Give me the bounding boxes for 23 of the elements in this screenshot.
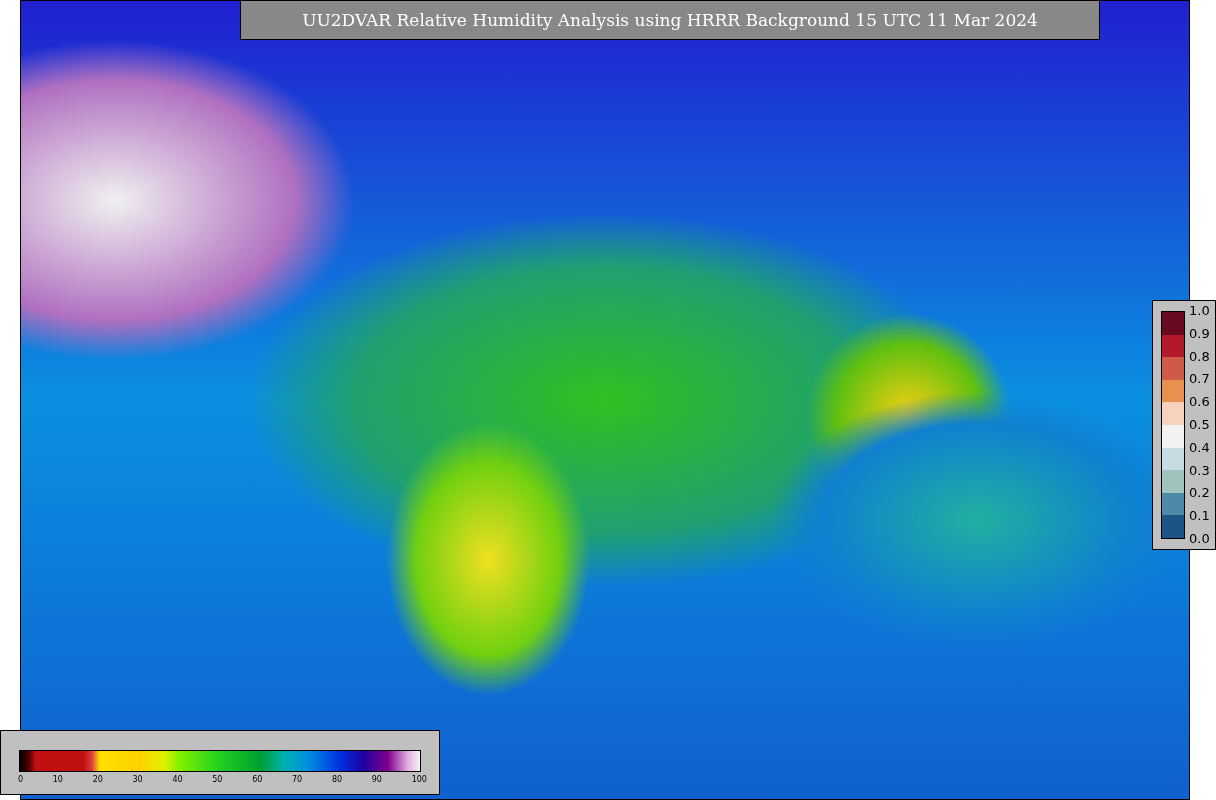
colorbar-label: 30 (132, 775, 143, 784)
colorbar-label: 40 (172, 775, 183, 784)
legend-label: 0.0 (1189, 530, 1210, 547)
colorbar-label: 80 (331, 775, 343, 784)
legend-label: 0.6 (1189, 394, 1210, 411)
legend-label: 0.5 (1189, 417, 1210, 433)
legend-label: 0.7 (1189, 371, 1210, 388)
map-title: UU2DVAR Relative Humidity Analysis using HRRR Background 15 UTC 11 Mar 2024 (240, 0, 1100, 40)
colorbar-label: 50 (212, 775, 223, 784)
colorbar-label: 10 (52, 775, 63, 784)
legend-label: 0.9 (1189, 325, 1210, 342)
colorbar-label: 20 (92, 775, 103, 784)
colorbar-label: 90 (371, 775, 382, 784)
legend-label: 0.3 (1189, 462, 1210, 479)
legend-label: 0.4 (1189, 439, 1210, 456)
legend-label: 0.1 (1189, 508, 1210, 525)
legend-label: 1.0 (1189, 303, 1210, 319)
colorbar-label: 60 (252, 775, 263, 784)
legend-label: 0.2 (1189, 485, 1210, 502)
colorbar-label: 70 (292, 775, 303, 784)
legend-label: 0.8 (1189, 348, 1210, 365)
colorbar-label: 100 (411, 775, 427, 784)
colorbar-label: 0 (18, 775, 24, 784)
